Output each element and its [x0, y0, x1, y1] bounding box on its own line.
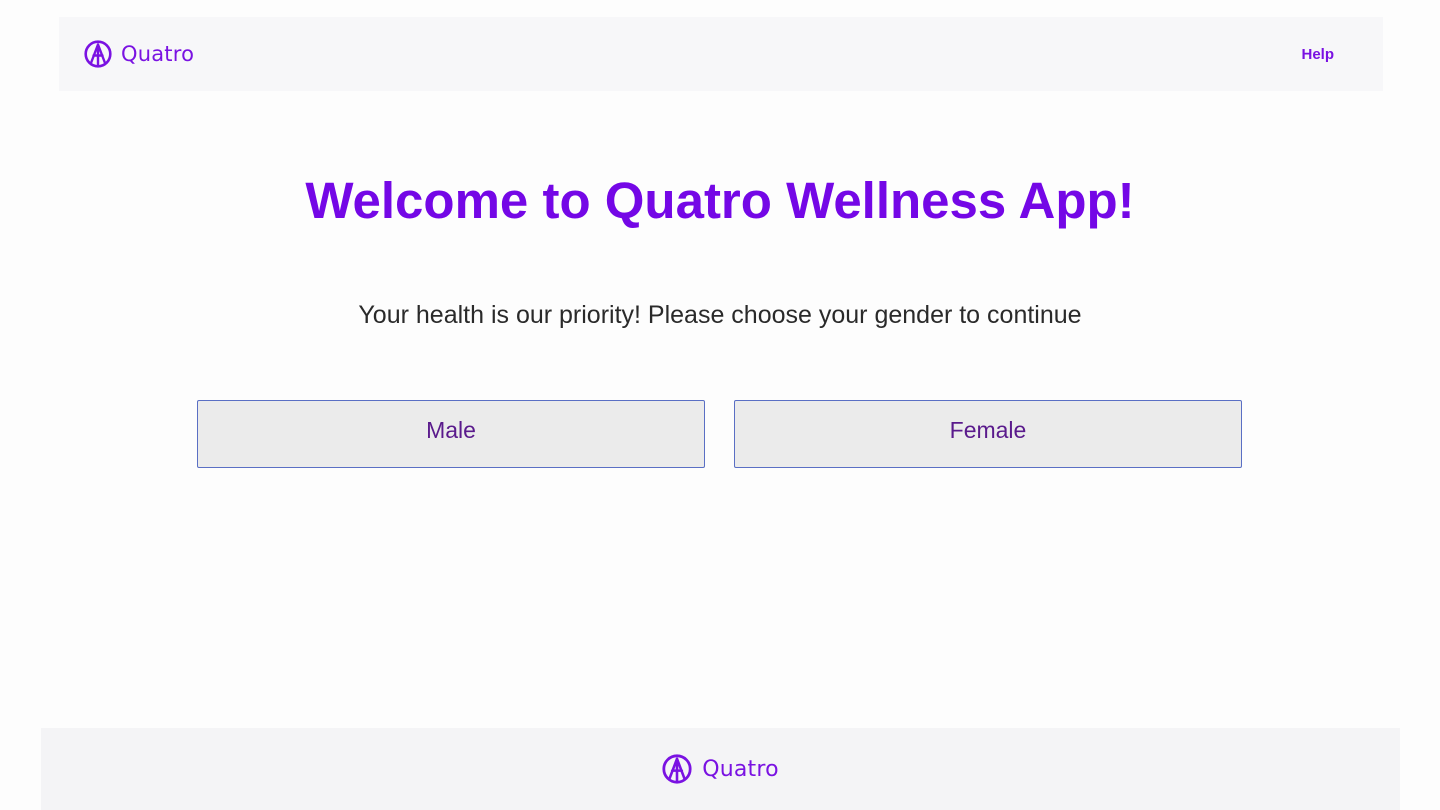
female-button[interactable]: Female [734, 400, 1242, 468]
footer-brand-link[interactable]: Quatro [662, 754, 779, 784]
help-link[interactable]: Help [1301, 46, 1334, 63]
page-subtitle: Your health is our priority! Please choo… [358, 301, 1082, 329]
page-title: Welcome to Quatro Wellness App! [305, 172, 1135, 229]
page: Quatro Help Welcome to Quatro Wellness A… [0, 0, 1440, 810]
quatro-logo-icon [84, 40, 112, 68]
brand-home-link[interactable]: Quatro [84, 40, 194, 68]
brand-name: Quatro [121, 42, 195, 66]
quatro-logo-icon [662, 754, 692, 784]
top-nav-bar: Quatro Help [59, 17, 1383, 91]
male-button[interactable]: Male [197, 400, 705, 468]
footer: Quatro [41, 728, 1400, 810]
footer-brand-name: Quatro [702, 756, 779, 782]
